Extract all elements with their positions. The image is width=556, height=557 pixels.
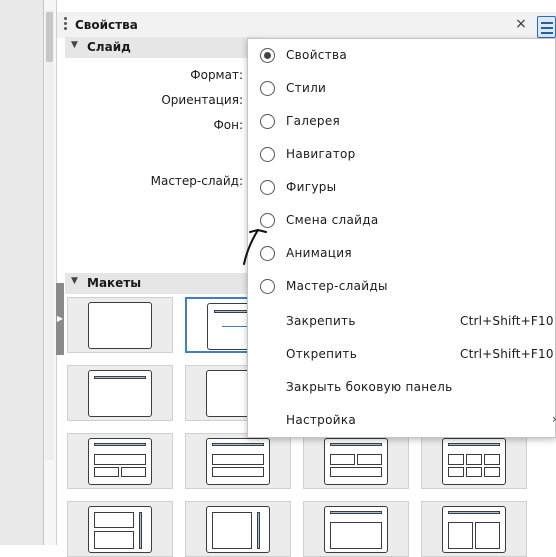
format-label: Формат: [190, 68, 243, 82]
menu-item-gallery[interactable]: Галерея [248, 105, 556, 138]
layout-title-two-rows[interactable] [303, 433, 409, 489]
menu-item-master-slides[interactable]: Мастер-слайды [248, 270, 556, 303]
layout-preview [206, 506, 270, 553]
layout-preview [88, 506, 152, 553]
scrollbar-thumb[interactable] [46, 12, 53, 62]
layout-preview [442, 506, 506, 553]
layout-preview [88, 370, 152, 417]
layout-title-two-content[interactable] [67, 433, 173, 489]
layout-title-vertical[interactable] [303, 501, 409, 557]
background-label: Фон: [213, 118, 243, 132]
slide-section-header[interactable]: ▼ Слайд [65, 37, 265, 58]
menu-item-shortcut: Ctrl+Shift+F10 [460, 347, 554, 361]
menu-separator [248, 303, 555, 304]
radio-unchecked-icon [260, 147, 275, 162]
menu-item-label: Закрыть боковую панель [286, 380, 453, 394]
radio-unchecked-icon [260, 114, 275, 129]
hand-drawn-arrow-annotation [243, 229, 267, 265]
menu-item-slide-transition[interactable]: Смена слайда [248, 204, 556, 237]
layout-vertical-text[interactable] [185, 501, 291, 557]
radio-unchecked-icon [260, 81, 275, 96]
orientation-label: Ориентация: [161, 93, 243, 107]
layout-preview [442, 438, 506, 485]
menu-item-animation[interactable]: Анимация [248, 237, 556, 270]
layout-title-content[interactable] [67, 365, 173, 421]
drag-handle-icon[interactable] [64, 17, 68, 33]
expand-arrow-icon: ▼ [71, 276, 78, 286]
menu-item-navigator[interactable]: Навигатор [248, 138, 556, 171]
sidebar-menu-popup: Свойства Стили Галерея Навигатор Фигуры … [247, 38, 556, 438]
expand-arrow-icon: ▼ [71, 40, 78, 50]
close-button[interactable]: × [515, 16, 527, 32]
radio-checked-icon [260, 48, 275, 63]
sidebar-menu-button[interactable] [537, 16, 556, 38]
layout-preview [88, 302, 152, 349]
menu-item-styles[interactable]: Стили [248, 72, 556, 105]
menu-item-label: Настройка [286, 413, 357, 427]
layout-preview [324, 438, 388, 485]
panel-title: Свойства [75, 18, 138, 32]
layouts-section-header[interactable]: ▼ Макеты [65, 273, 265, 294]
submenu-arrow-icon: › [552, 412, 556, 426]
layout-blank[interactable] [67, 297, 173, 353]
menu-item-label: Свойства [286, 48, 348, 62]
radio-unchecked-icon [260, 279, 275, 294]
layout-preview [324, 506, 388, 553]
layouts-section-title: Макеты [87, 276, 142, 290]
slide-section-title: Слайд [87, 40, 131, 54]
menu-item-label: Мастер-слайды [286, 279, 388, 293]
radio-unchecked-icon [260, 180, 275, 195]
layout-vertical-title[interactable] [67, 501, 173, 557]
layout-title-six-content[interactable] [421, 433, 527, 489]
layout-preview [206, 438, 270, 485]
menu-item-label: Стили [286, 81, 327, 95]
slide-pane-strip [0, 0, 43, 545]
master-slide-label: Мастер-слайд: [150, 174, 243, 188]
menu-item-properties[interactable]: Свойства [248, 39, 556, 72]
menu-item-customize[interactable]: Настройка › [248, 404, 556, 437]
layout-title-content-two[interactable] [185, 433, 291, 489]
menu-item-shapes[interactable]: Фигуры [248, 171, 556, 204]
menu-item-label: Анимация [286, 246, 352, 260]
menu-item-label: Открепить [286, 347, 358, 361]
menu-item-dock[interactable]: Закрепить Ctrl+Shift+F10 [248, 305, 556, 338]
menu-item-close-sidebar[interactable]: Закрыть боковую панель [248, 371, 556, 404]
menu-item-label: Смена слайда [286, 213, 379, 227]
menu-item-label: Навигатор [286, 147, 356, 161]
vertical-scrollbar[interactable] [45, 10, 54, 460]
menu-item-label: Фигуры [286, 180, 337, 194]
menu-item-label: Галерея [286, 114, 341, 128]
layout-title-two-vertical[interactable] [421, 501, 527, 557]
collapse-arrow-icon: ▶ [56, 314, 64, 323]
menu-item-undock[interactable]: Открепить Ctrl+Shift+F10 [248, 338, 556, 371]
layout-preview [88, 438, 152, 485]
menu-item-label: Закрепить [286, 314, 356, 328]
menu-item-shortcut: Ctrl+Shift+F10 [460, 314, 554, 328]
gutter-divider [56, 0, 57, 545]
